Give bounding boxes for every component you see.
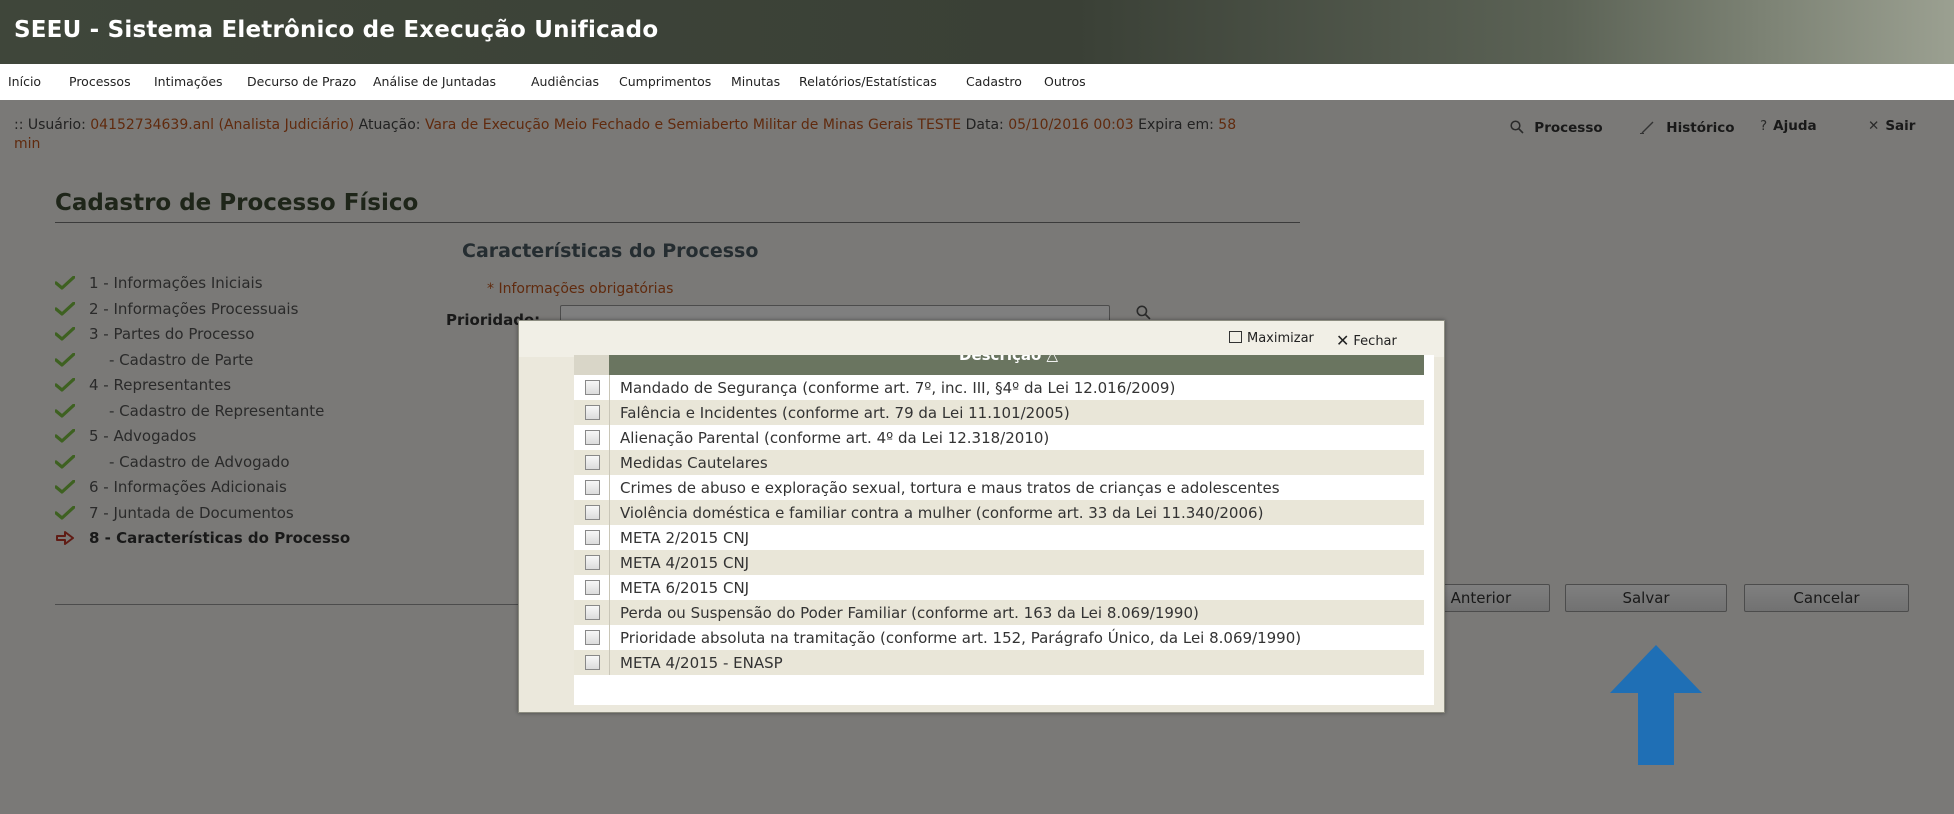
row-checkbox[interactable] (585, 380, 600, 395)
row-checkbox[interactable] (585, 555, 600, 570)
menu-item-minutas[interactable]: Minutas (731, 74, 780, 89)
priority-grid: Descrição △ Mandado de Segurança (confor… (574, 355, 1434, 705)
close-dialog-button[interactable]: ✕ Fechar (1336, 330, 1397, 350)
maximize-button[interactable]: Maximizar (1229, 330, 1314, 346)
maximize-label: Maximizar (1247, 331, 1314, 346)
menu-item-cadastro[interactable]: Cadastro (966, 74, 1022, 89)
row-checkbox[interactable] (585, 455, 600, 470)
row-description: Alienação Parental (conforme art. 4º da … (620, 429, 1050, 447)
list-item[interactable]: Perda ou Suspensão do Poder Familiar (co… (574, 600, 1424, 625)
row-description: Medidas Cautelares (620, 454, 768, 472)
menu-item-outros[interactable]: Outros (1044, 74, 1086, 89)
menu-item-cumprimentos[interactable]: Cumprimentos (619, 74, 711, 89)
row-checkbox[interactable] (585, 580, 600, 595)
row-checkbox[interactable] (585, 605, 600, 620)
list-item[interactable]: Prioridade absoluta na tramitação (confo… (574, 625, 1424, 650)
menu-item-audiencias[interactable]: Audiências (531, 74, 599, 89)
list-item[interactable]: Violência doméstica e familiar contra a … (574, 500, 1424, 525)
row-description: Mandado de Segurança (conforme art. 7º, … (620, 379, 1176, 397)
row-description: Falência e Incidentes (conforme art. 79 … (620, 404, 1070, 422)
select-column-header (574, 355, 609, 375)
list-item[interactable]: Crimes de abuso e exploração sexual, tor… (574, 475, 1424, 500)
description-column-header[interactable]: Descrição △ (609, 355, 1424, 375)
list-item[interactable]: META 4/2015 CNJ (574, 550, 1424, 575)
row-description: META 2/2015 CNJ (620, 529, 750, 547)
list-item[interactable]: META 4/2015 - ENASP (574, 650, 1424, 675)
row-checkbox[interactable] (585, 430, 600, 445)
menu-item-relatorios[interactable]: Relatórios/Estatísticas (799, 74, 937, 89)
row-checkbox[interactable] (585, 480, 600, 495)
sort-ascending-icon: △ (1046, 355, 1059, 364)
menu-item-analise-juntadas[interactable]: Análise de Juntadas (373, 74, 496, 89)
row-description: META 4/2015 - ENASP (620, 654, 783, 672)
list-item[interactable]: Alienação Parental (conforme art. 4º da … (574, 425, 1424, 450)
menu-item-processos[interactable]: Processos (69, 74, 131, 89)
row-checkbox[interactable] (585, 405, 600, 420)
list-item[interactable]: Mandado de Segurança (conforme art. 7º, … (574, 375, 1424, 400)
app-header: SEEU - Sistema Eletrônico de Execução Un… (0, 0, 1954, 64)
close-label: Fechar (1353, 334, 1397, 349)
row-checkbox[interactable] (585, 530, 600, 545)
close-icon: ✕ (1336, 331, 1350, 350)
list-item[interactable]: Medidas Cautelares (574, 450, 1424, 475)
menu-item-decurso-prazo[interactable]: Decurso de Prazo (247, 74, 356, 89)
list-item[interactable]: META 2/2015 CNJ (574, 525, 1424, 550)
description-header-label: Descrição (959, 355, 1042, 364)
prioridade-dialog: Maximizar ✕ Fechar Descrição △ Mandado de… (518, 320, 1445, 713)
row-description: META 6/2015 CNJ (620, 579, 750, 597)
row-checkbox[interactable] (585, 655, 600, 670)
row-description: Crimes de abuso e exploração sexual, tor… (620, 479, 1280, 497)
main-menu: Início Processos Intimações Decurso de P… (0, 64, 1954, 100)
up-arrow-icon (1608, 643, 1704, 771)
row-description: Perda ou Suspensão do Poder Familiar (co… (620, 604, 1199, 622)
row-description: Prioridade absoluta na tramitação (confo… (620, 629, 1302, 647)
list-item[interactable]: Falência e Incidentes (conforme art. 79 … (574, 400, 1424, 425)
menu-item-inicio[interactable]: Início (8, 74, 41, 89)
row-checkbox[interactable] (585, 505, 600, 520)
list-item[interactable]: META 6/2015 CNJ (574, 575, 1424, 600)
maximize-icon (1229, 331, 1242, 343)
row-description: Violência doméstica e familiar contra a … (620, 504, 1264, 522)
app-title: SEEU - Sistema Eletrônico de Execução Un… (14, 17, 659, 43)
grid-header: Descrição △ (574, 355, 1424, 375)
row-checkbox[interactable] (585, 630, 600, 645)
row-description: META 4/2015 CNJ (620, 554, 750, 572)
menu-item-intimacoes[interactable]: Intimações (154, 74, 223, 89)
dialog-header: Maximizar ✕ Fechar (519, 321, 1444, 357)
